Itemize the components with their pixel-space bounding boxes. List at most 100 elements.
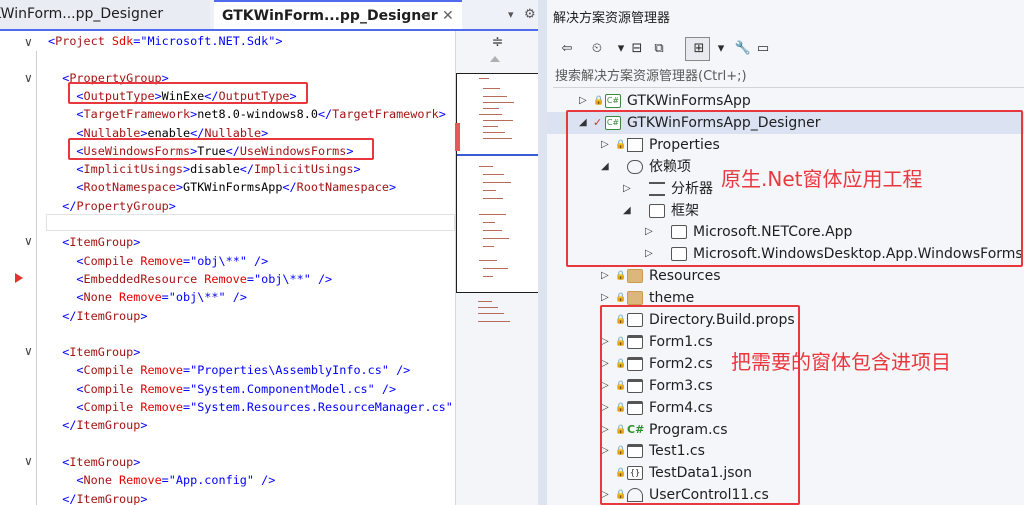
code-line[interactable]: </PropertyGroup> [48,197,176,215]
gear-icon[interactable]: ⚙ [524,0,536,29]
tree-item[interactable]: ▷ 🔒 Resources [547,265,1024,287]
split-editor-icon[interactable]: ≑ [456,31,538,51]
outputtype-highlight-box [68,82,308,104]
code-token: =" [161,473,176,488]
minimap-caret-marker [457,154,538,156]
tree-item[interactable]: ▷ 🔒 C# GTKWinFormsApp [547,90,1024,112]
code-token: System.Resources.ResourceManager.cs [197,400,446,414]
code-line[interactable]: <ItemGroup> [48,453,140,471]
close-icon[interactable]: ✕ [442,2,454,29]
copy-icon[interactable]: ⧉ [649,38,669,60]
code-line[interactable]: <Compile Remove="System.ComponentModel.c… [48,380,396,398]
code-token: > [168,198,176,213]
code-token: > [353,162,361,177]
code-token: ImplicitUsings [254,162,354,177]
expand-arrow-icon[interactable]: ▷ [601,265,609,287]
code-line[interactable]: <ImplicitUsings>disable</ImplicitUsings> [48,160,361,178]
tab-gtkwinformsapp-designer[interactable]: GTKWinForm...pp_Designer ⊣ ✕ [214,0,462,29]
code-token: > [133,235,141,250]
code-token: ItemGroup [69,345,134,360]
search-input[interactable]: 搜索解决方案资源管理器(Ctrl+;) [553,66,1024,88]
minimap-line [478,313,504,314]
fold-project-icon[interactable]: ∨ [24,33,33,51]
solution-explorer-panel: 解决方案资源管理器 ⇦ ⏲ ▾ ⊟ ⧉ ⊞ ▾ 🔧 ▭ 搜索解决方案资源管理器(Ctrl+;) … [547,0,1024,505]
minimap-error-marker [455,123,460,151]
code-line[interactable]: <TargetFramework>net8.0-windows8.0</Targ… [48,105,445,123]
minimap-line [479,166,493,167]
code-token: None [83,290,112,305]
code-token: obj\** [197,253,240,268]
code-token: > [140,308,148,323]
code-token: /> [246,253,269,268]
code-token: </ [317,107,333,122]
code-token: < [76,400,84,414]
fold-itemgroup-icon[interactable]: ∨ [24,342,33,360]
fold-itemgroup-icon[interactable]: ∨ [24,232,33,250]
code-token: Compile [83,363,134,378]
minimap-line [483,96,507,97]
code-line[interactable]: <Compile Remove="System.Resources.Resour… [48,398,455,416]
code-token: =" [161,290,176,305]
pane-splitter[interactable] [538,0,547,505]
code-token: ItemGroup [76,418,141,433]
code-token: " [367,381,375,396]
code-line[interactable]: <None Remove="App.config" /> [48,471,275,489]
minimap-line [483,246,494,247]
tab-label: GTKWinForm...pp_Designer [222,8,438,24]
pin-icon[interactable]: ⊣ [420,2,430,29]
code-line[interactable]: <Compile Remove="obj\**" /> [48,252,268,270]
minimap-line [483,276,493,277]
wrench-icon[interactable]: 🔧 [733,38,753,60]
code-line[interactable]: <ItemGroup> [48,343,140,361]
code-token: </ [62,198,77,213]
code-line[interactable]: </ItemGroup> [48,416,147,434]
code-line[interactable]: <EmbeddedResource Remove="obj\**" /> [48,270,332,288]
code-token: ItemGroup [69,454,134,469]
code-token: Compile [83,400,134,414]
code-token: > [133,345,141,360]
minimap-scrollbar[interactable]: ≑ [455,31,538,505]
tree-item-label: GTKWinFormsApp [627,93,751,109]
minimap-line [483,120,513,121]
code-line[interactable]: </ItemGroup> [48,490,147,505]
tab-dropdown-icon[interactable]: ▾ [508,0,514,29]
code-line[interactable]: </ItemGroup> [48,307,147,325]
tab-kwinformsapp-designer[interactable]: KWinForm...pp_Designer [0,0,210,29]
code-token: None [83,473,112,488]
code-line[interactable]: <Project Sdk="Microsoft.NET.Sdk"> [48,32,282,50]
document-tab-strip: KWinForm...pp_Designer GTKWinForm...pp_D… [0,0,538,31]
code-token: < [76,363,84,378]
minimap-viewport[interactable] [456,73,538,293]
scroll-up-arrow-icon[interactable] [490,56,500,62]
code-editor[interactable]: KWinForm...pp_Designer GTKWinForm...pp_D… [0,0,538,505]
fold-guide [36,51,37,505]
code-token: RootNamespace [83,180,176,195]
fold-propertygroup-icon[interactable]: ∨ [24,69,33,87]
code-token: Sdk [104,34,134,48]
history-icon[interactable]: ⏲ [587,38,607,60]
show-all-files-icon[interactable]: ⊞ [689,38,709,60]
expand-arrow-icon[interactable]: ▷ [579,90,587,112]
preview-icon[interactable]: ▭ [753,38,773,60]
view-dropdown-icon[interactable]: ▾ [711,38,731,60]
code-token: </ [282,180,297,195]
code-token: ItemGroup [69,235,134,250]
code-token: /> [388,363,411,378]
code-line[interactable]: <Compile Remove="Properties\AssemblyInfo… [48,361,410,379]
back-icon[interactable]: ⇦ [557,38,577,60]
code-line[interactable]: <ItemGroup> [48,233,140,251]
code-token: Remove [133,381,183,396]
code-line[interactable]: <None Remove="obj\**" /> [48,288,247,306]
minimap-line [483,198,503,199]
code-line[interactable]: <RootNamespace>GTKWinFormsApp</RootNames… [48,178,396,196]
fold-itemgroup-icon[interactable]: ∨ [24,452,33,470]
minimap-line [483,238,509,239]
collapse-all-icon[interactable]: ⊟ [627,38,647,60]
annotation-native-project: 原生.Net窗体应用工程 [721,167,923,191]
